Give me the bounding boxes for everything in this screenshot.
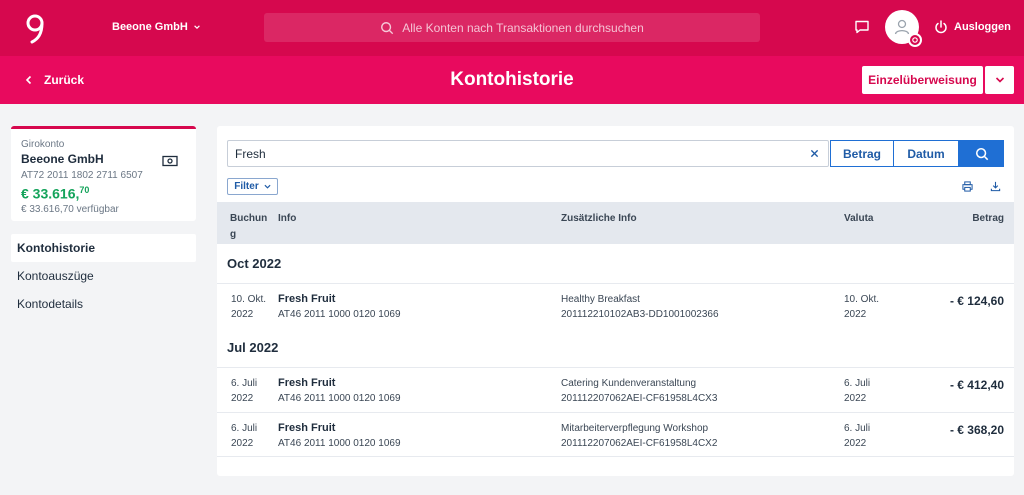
valuta-date: 10. Okt. 2022 [844, 292, 879, 322]
account-card[interactable]: Girokonto Beeone GmbH AT72 2011 1802 271… [11, 126, 196, 221]
column-betrag[interactable]: Betrag [972, 211, 1004, 227]
column-valuta[interactable]: Valuta [844, 211, 873, 227]
avatar[interactable] [885, 10, 922, 47]
counterparty-name: Fresh Fruit [278, 377, 336, 389]
account-type: Girokonto [21, 139, 65, 150]
booking-date-year: 2022 [231, 438, 254, 449]
table-header: Buchun g Info Zusätzliche Info Valuta Bet… [217, 202, 1014, 244]
extra-info-purpose: Catering Kundenveranstaltung [561, 378, 697, 389]
close-icon[interactable] [810, 149, 819, 158]
group-label: Oct 2022 [227, 256, 282, 271]
extra-info-reference: 201112207062AEI-CF61958L4CX3 [561, 393, 718, 404]
column-info[interactable]: Info [278, 211, 296, 227]
sidebar-item-kontoauszuege[interactable]: Kontoauszüge [11, 262, 196, 290]
extra-info: Healthy Breakfast 201112210102AB3-DD10010… [561, 292, 719, 322]
extra-info: Mitarbeiterverpflegung Workshop 201112207… [561, 421, 717, 451]
account-balance: € 33.616,70 [21, 185, 186, 202]
logout-button[interactable]: Ausloggen [934, 20, 1011, 34]
sidebar-item-kontohistorie[interactable]: Kontohistorie [11, 234, 196, 262]
sidebar-nav: Kontohistorie Kontoauszüge Kontodetails [11, 234, 196, 318]
extra-info-reference: 201112210102AB3-DD1001002366 [561, 309, 719, 320]
betrag-button[interactable]: Betrag [830, 140, 894, 167]
chevron-down-icon [995, 77, 1004, 83]
brand-logo-icon[interactable] [24, 12, 46, 44]
search-button[interactable] [959, 140, 1004, 167]
table-row[interactable]: 6. Juli 2022 Fresh Fruit AT46 2011 1000 01… [217, 367, 1014, 412]
counterparty-iban: AT46 2011 1000 0120 1069 [278, 438, 401, 449]
balance-main: € 33.616, [21, 185, 80, 202]
column-buchung[interactable]: Buchun g [230, 211, 267, 243]
transaction-amount: - € 412,40 [949, 378, 1004, 392]
booking-date-day: 10. Okt. [231, 294, 267, 305]
banknote-icon[interactable] [162, 155, 178, 167]
counterparty-name: Fresh Fruit [278, 293, 336, 305]
extra-info-reference: 201112207062AEI-CF61958L4CX2 [561, 438, 718, 449]
transaction-amount: - € 368,20 [949, 423, 1004, 437]
booking-date-year: 2022 [231, 309, 254, 320]
transaction-search-input[interactable]: Fresh [227, 140, 829, 167]
column-buchung-line1: Buchun [230, 213, 268, 224]
sidebar-item-kontodetails[interactable]: Kontodetails [11, 290, 196, 318]
download-icon[interactable] [990, 181, 1001, 192]
transaction-amount: - € 124,60 [949, 294, 1004, 308]
valuta-date: 6. Juli 2022 [844, 376, 870, 406]
column-buchung-line2: g [230, 229, 237, 240]
balance-cents: 70 [79, 185, 90, 195]
booking-date: 6. Juli 2022 [231, 376, 257, 406]
transaction-info: Fresh Fruit AT46 2011 1000 0120 1069 [278, 421, 401, 451]
valuta-day: 10. Okt. [844, 294, 880, 305]
booking-date-day: 6. Juli [231, 423, 258, 434]
table-row[interactable]: 6. Juli 2022 Fresh Fruit AT46 2011 1000 01… [217, 412, 1014, 457]
page-header: Zurück Kontohistorie Einzelüberweisung [0, 56, 1024, 104]
transaction-info: Fresh Fruit AT46 2011 1000 0120 1069 [278, 376, 401, 406]
valuta-day: 6. Juli [844, 378, 871, 389]
counterparty-iban: AT46 2011 1000 0120 1069 [278, 393, 401, 404]
valuta-day: 6. Juli [844, 423, 871, 434]
chevron-down-icon [264, 184, 271, 189]
extra-info-purpose: Mitarbeiterverpflegung Workshop [561, 423, 709, 434]
logout-label: Ausloggen [954, 21, 1011, 33]
transfer-button[interactable]: Einzelüberweisung [862, 66, 983, 94]
transfer-dropdown-button[interactable] [985, 66, 1014, 94]
datum-button[interactable]: Datum [894, 140, 959, 167]
booking-date-year: 2022 [231, 393, 254, 404]
user-icon [894, 19, 910, 35]
valuta-date: 6. Juli 2022 [844, 421, 870, 451]
booking-date-day: 6. Juli [231, 378, 258, 389]
chevron-down-icon [193, 25, 200, 30]
search-icon [975, 147, 988, 160]
filter-label: Filter [234, 181, 259, 192]
counterparty-iban: AT46 2011 1000 0120 1069 [278, 309, 401, 320]
column-extra-info[interactable]: Zusätzliche Info [561, 211, 637, 227]
search-placeholder: Alle Konten nach Transaktionen durchsuch… [402, 20, 644, 35]
power-icon [935, 20, 947, 34]
global-search-input[interactable]: Alle Konten nach Transaktionen durchsuch… [264, 13, 760, 42]
valuta-year: 2022 [844, 438, 867, 449]
account-iban: AT72 2011 1802 2711 6507 [21, 170, 143, 181]
search-value: Fresh [235, 146, 266, 161]
search-icon [381, 21, 394, 34]
transactions-panel: Fresh Betrag Datum Filter Buchun g Info Z… [217, 126, 1014, 476]
account-available: € 33.616,70 verfügbar [21, 203, 119, 215]
group-label: Jul 2022 [227, 340, 279, 355]
filter-button[interactable]: Filter [227, 178, 278, 195]
extra-info-purpose: Healthy Breakfast [561, 294, 640, 305]
transaction-info: Fresh Fruit AT46 2011 1000 0120 1069 [278, 292, 401, 322]
table-row[interactable]: 10. Okt. 2022 Fresh Fruit AT46 2011 1000 0… [217, 283, 1014, 328]
company-switcher[interactable]: Beeone GmbH [112, 21, 201, 33]
settings-badge-icon [908, 33, 922, 47]
print-icon[interactable] [962, 181, 973, 192]
valuta-year: 2022 [844, 393, 867, 404]
booking-date: 10. Okt. 2022 [231, 292, 266, 322]
valuta-year: 2022 [844, 309, 867, 320]
company-name: Beeone GmbH [112, 21, 188, 33]
booking-date: 6. Juli 2022 [231, 421, 257, 451]
top-bar: Beeone GmbH Alle Konten nach Transaktion… [0, 0, 1024, 56]
extra-info: Catering Kundenveranstaltung 201112207062… [561, 376, 717, 406]
counterparty-name: Fresh Fruit [278, 422, 336, 434]
chat-icon[interactable] [854, 19, 870, 35]
